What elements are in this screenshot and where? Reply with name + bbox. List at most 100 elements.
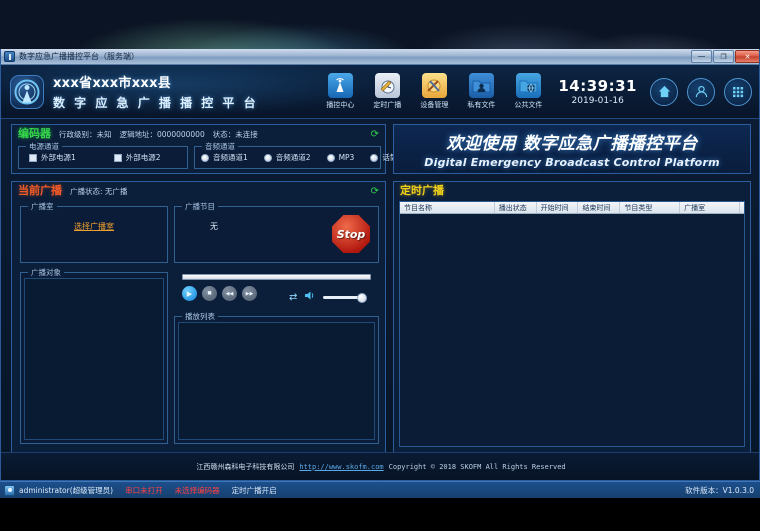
column-header-broadcast-room[interactable]: 广播室 <box>680 202 740 213</box>
clock-pen-icon <box>375 73 400 98</box>
radio-dot <box>264 154 272 162</box>
column-header-program-name[interactable]: 节目名称 <box>400 202 495 213</box>
user-icon[interactable] <box>687 78 715 106</box>
app-icon <box>4 51 15 62</box>
footer-company: 江西赣州森科电子科技有限公司 <box>196 462 294 472</box>
toolbar-label: 设备管理 <box>420 100 448 110</box>
seek-slider[interactable] <box>182 274 371 280</box>
checkbox-external-power-1[interactable]: 外部电源1 <box>29 152 76 163</box>
minimize-button[interactable]: — <box>691 50 712 63</box>
status-encoder[interactable]: 未选择编码器 <box>175 485 220 496</box>
volume-slider[interactable] <box>323 296 365 299</box>
column-header-start-time[interactable]: 开始时间 <box>537 202 579 213</box>
encoder-panel: 编码器 行政级别：未知 逻辑地址：0000000000 状态：未连接 ⟳ 电源通… <box>11 124 386 174</box>
current-broadcast-panel: 当前广播 广播状态: 无广播 ⟳ 广播室 选择广播室 广播对象 <box>11 181 386 453</box>
broadcast-object-group: 广播对象 <box>20 272 168 444</box>
schedule-table-body[interactable] <box>400 214 744 446</box>
toolbar-item-scheduled-broadcast[interactable]: 定时广播 <box>368 73 406 110</box>
close-button[interactable]: ✕ <box>735 50 760 63</box>
toolbar-item-public-files[interactable]: 公共文件 <box>509 73 547 110</box>
playlist-group: 播放列表 <box>174 316 379 444</box>
playlist-list[interactable] <box>178 322 375 440</box>
current-broadcast-header: 当前广播 广播状态: 无广播 ⟳ <box>12 182 385 198</box>
radio-mp3[interactable]: MP3 <box>327 153 355 162</box>
application-root: 数字应急广播播控平台（服务端） — ❐ ✕ xxx省xxx市xxx县 数 字 应… <box>0 0 760 531</box>
maximize-button[interactable]: ❐ <box>713 50 734 63</box>
status-version: 软件版本：V1.0.3.0 <box>685 485 760 496</box>
broadcast-room-legend: 广播室 <box>28 201 57 212</box>
play-button[interactable]: ▶ <box>182 286 197 301</box>
clock-time: 14:39:31 <box>558 77 637 95</box>
stop-button-label: Stop <box>337 228 366 241</box>
radio-label: 音频通道2 <box>276 152 311 163</box>
encoder-title: 编码器 <box>18 125 51 141</box>
column-header-end-time[interactable]: 结束时间 <box>578 202 620 213</box>
checkbox-box <box>114 154 122 162</box>
audio-channel-legend: 音频通道 <box>202 141 238 152</box>
radio-dot <box>201 154 209 162</box>
column-header-play-status[interactable]: 播出状态 <box>495 202 537 213</box>
radio-audio-channel-1[interactable]: 音频通道1 <box>201 152 248 163</box>
stop-broadcast-button[interactable]: Stop <box>332 215 370 253</box>
radio-audio-channel-2[interactable]: 音频通道2 <box>264 152 311 163</box>
checkbox-external-power-2[interactable]: 外部电源2 <box>114 152 161 163</box>
header-toolbar: 播控中心 定时广播 <box>321 73 760 110</box>
welcome-banner: 欢迎使用 数字应急广播播控平台 Digital Emergency Broadc… <box>393 124 751 174</box>
window-titlebar: 数字应急广播播控平台（服务端） — ❐ ✕ <box>1 49 760 65</box>
status-schedule[interactable]: 定时广播开启 <box>232 485 277 496</box>
volume-icon[interactable] <box>304 288 316 306</box>
welcome-title-cn: 欢迎使用 数字应急广播播控平台 <box>446 129 697 154</box>
checkbox-label: 外部电源1 <box>41 152 76 163</box>
tower-icon <box>328 73 353 98</box>
checkbox-label: 外部电源2 <box>126 152 161 163</box>
window-title: 数字应急广播播控平台（服务端） <box>19 51 139 62</box>
next-button[interactable]: ▶▶ <box>242 286 257 301</box>
column-header-extra[interactable] <box>740 202 744 213</box>
apps-grid-icon[interactable] <box>724 78 752 106</box>
header-clock: 14:39:31 2019-01-16 <box>558 77 637 106</box>
encoder-logic-address: 逻辑地址：0000000000 <box>120 129 205 140</box>
broadcast-room-group: 广播室 选择广播室 <box>20 206 168 263</box>
refresh-icon[interactable]: ⟳ <box>371 187 379 197</box>
shuffle-icon[interactable]: ⇄ <box>289 292 297 303</box>
welcome-title-en: Digital Emergency Broadcast Control Plat… <box>424 156 719 169</box>
private-folder-icon <box>469 73 494 98</box>
refresh-icon[interactable]: ⟳ <box>371 130 379 140</box>
status-user[interactable]: administrator(超级管理员) <box>4 485 113 496</box>
broadcast-object-list[interactable] <box>24 278 164 440</box>
toolbar-item-private-files[interactable]: 私有文件 <box>462 73 500 110</box>
status-bar: administrator(超级管理员) 串口未打开 未选择编码器 定时广播开启… <box>0 481 760 498</box>
toolbar-item-broadcast-center[interactable]: 播控中心 <box>321 73 359 110</box>
player-controls: ▶ ■ ◀◀ ▶▶ ⇄ <box>174 268 379 311</box>
footer-url-link[interactable]: http://www.skofm.com <box>299 463 383 471</box>
home-icon[interactable] <box>650 78 678 106</box>
toolbar-label: 播控中心 <box>326 100 354 110</box>
encoder-panel-header: 编码器 行政级别：未知 逻辑地址：0000000000 状态：未连接 ⟳ <box>12 125 385 141</box>
broadcast-program-legend: 广播节目 <box>182 201 218 212</box>
footer-copyright: Copyright © 2018 SKOFM All Rights Reserv… <box>389 463 566 471</box>
radio-label: 音频通道1 <box>213 152 248 163</box>
power-channel-group: 电源通道 外部电源1 外部电源2 <box>18 146 188 169</box>
org-title: xxx省xxx市xxx县 <box>53 72 258 91</box>
status-serial-port[interactable]: 串口未打开 <box>125 485 163 496</box>
toolbar-label: 私有文件 <box>467 100 495 110</box>
current-broadcast-title: 当前广播 <box>18 182 62 198</box>
clock-date: 2019-01-16 <box>558 96 637 106</box>
window-controls: — ❐ ✕ <box>691 50 760 63</box>
scheduled-broadcast-title: 定时广播 <box>400 182 444 198</box>
checkbox-box <box>29 154 37 162</box>
encoder-status: 状态：未连接 <box>213 129 258 140</box>
select-broadcast-room-link[interactable]: 选择广播室 <box>74 222 114 231</box>
stop-button[interactable]: ■ <box>202 286 217 301</box>
toolbar-item-device-management[interactable]: 设备管理 <box>415 73 453 110</box>
app-header: xxx省xxx市xxx县 数 字 应 急 广 播 播 控 平 台 播控中心 <box>1 65 760 119</box>
previous-button[interactable]: ◀◀ <box>222 286 237 301</box>
schedule-table: 节目名称 播出状态 开始时间 结束时间 节目类型 广播室 <box>399 201 745 447</box>
toolbar-label: 定时广播 <box>373 100 401 110</box>
tools-icon <box>422 73 447 98</box>
encoder-admin-level: 行政级别：未知 <box>59 129 112 140</box>
status-user-label: administrator(超级管理员) <box>19 485 113 496</box>
broadcast-program-value: 无 <box>210 222 218 231</box>
scheduled-broadcast-header: 定时广播 <box>394 182 750 198</box>
column-header-program-type[interactable]: 节目类型 <box>620 202 680 213</box>
